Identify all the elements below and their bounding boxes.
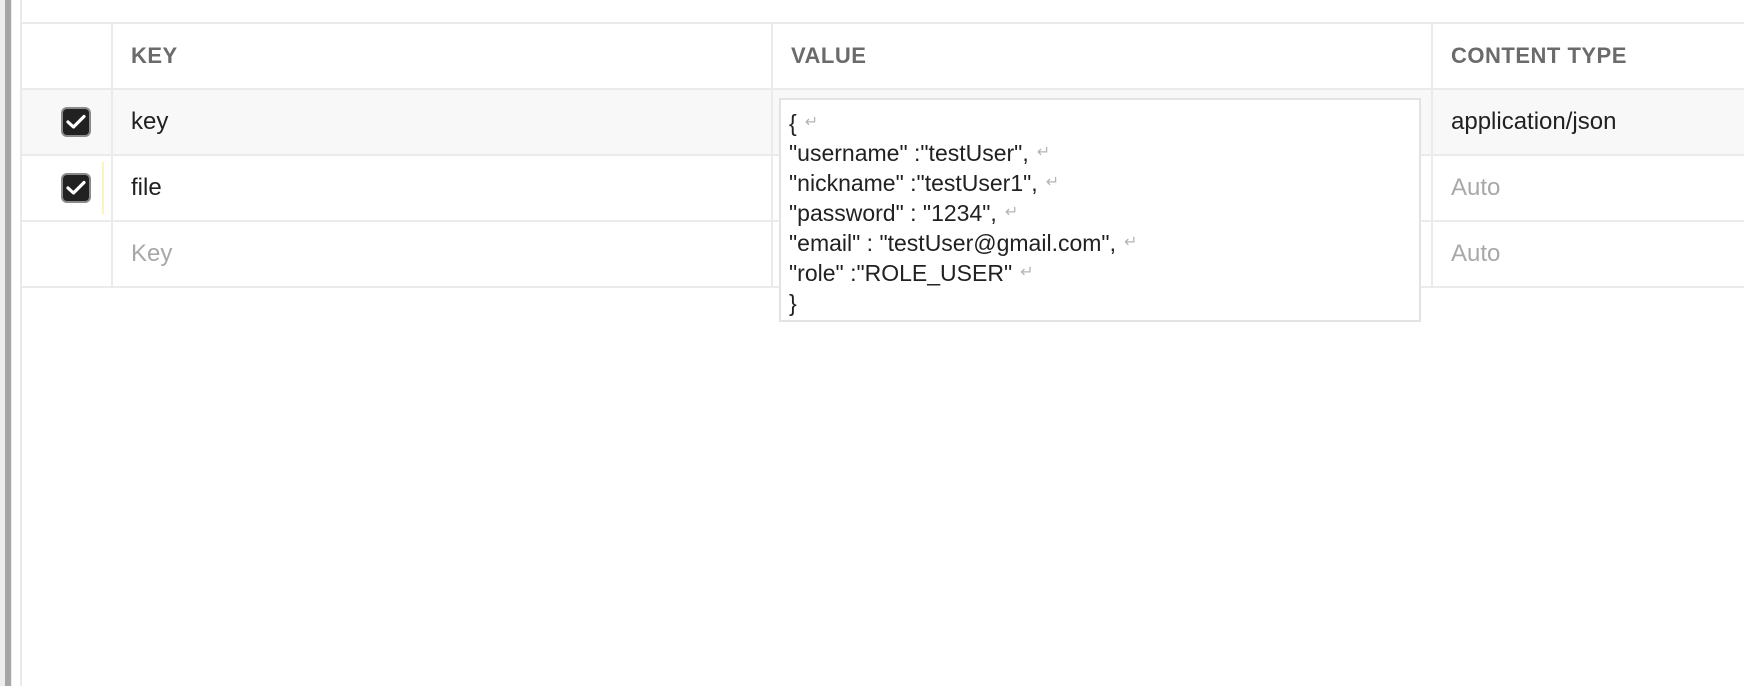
header-content-type: CONTENT TYPE [1431,24,1744,88]
row-check-cell [22,222,111,286]
check-icon [65,114,86,129]
newline-icon: ↵ [1036,144,1051,161]
new-content-type-field[interactable]: Auto [1431,222,1744,286]
code-line: {↵ [789,110,819,136]
table-header: KEY VALUE CONTENT TYPE [22,24,1744,90]
panel-resize-handle[interactable] [5,0,11,686]
row-check-cell [22,90,111,154]
newline-icon: ↵ [1045,174,1060,191]
newline-icon: ↵ [1020,264,1034,281]
newline-icon: ↵ [804,114,819,131]
row-enabled-checkbox[interactable] [60,107,91,137]
newline-icon: ↵ [1123,234,1138,251]
header-value: VALUE [771,24,1431,88]
code-line: "password" : "1234", ↵ [789,200,1019,226]
code-line: "role" :"ROLE_USER" ↵ [789,260,1034,286]
row-focus-marker [102,162,104,214]
app-window: KEY VALUE CONTENT TYPE key application/j… [0,0,1744,686]
key-field[interactable]: key [111,90,771,154]
code-line: "email" : "testUser@gmail.com", ↵ [789,230,1138,256]
newline-icon: ↵ [1004,204,1019,221]
code-line: "username" :"testUser", ↵ [789,140,1051,166]
row-enabled-checkbox[interactable] [60,173,91,203]
code-line: "nickname" :"testUser1", ↵ [789,170,1060,196]
header-check-cell [22,24,111,88]
value-editor-popup[interactable]: {↵ "username" :"testUser", ↵ "nickname" :… [779,98,1421,322]
content-type-field[interactable]: application/json [1431,90,1744,154]
new-key-field[interactable]: Key [111,222,771,286]
code-line: } [789,290,797,316]
header-key: KEY [111,24,771,88]
key-field[interactable]: file [111,156,771,220]
check-icon [65,180,86,195]
content-type-field[interactable]: Auto [1431,156,1744,220]
row-check-cell [22,156,111,220]
